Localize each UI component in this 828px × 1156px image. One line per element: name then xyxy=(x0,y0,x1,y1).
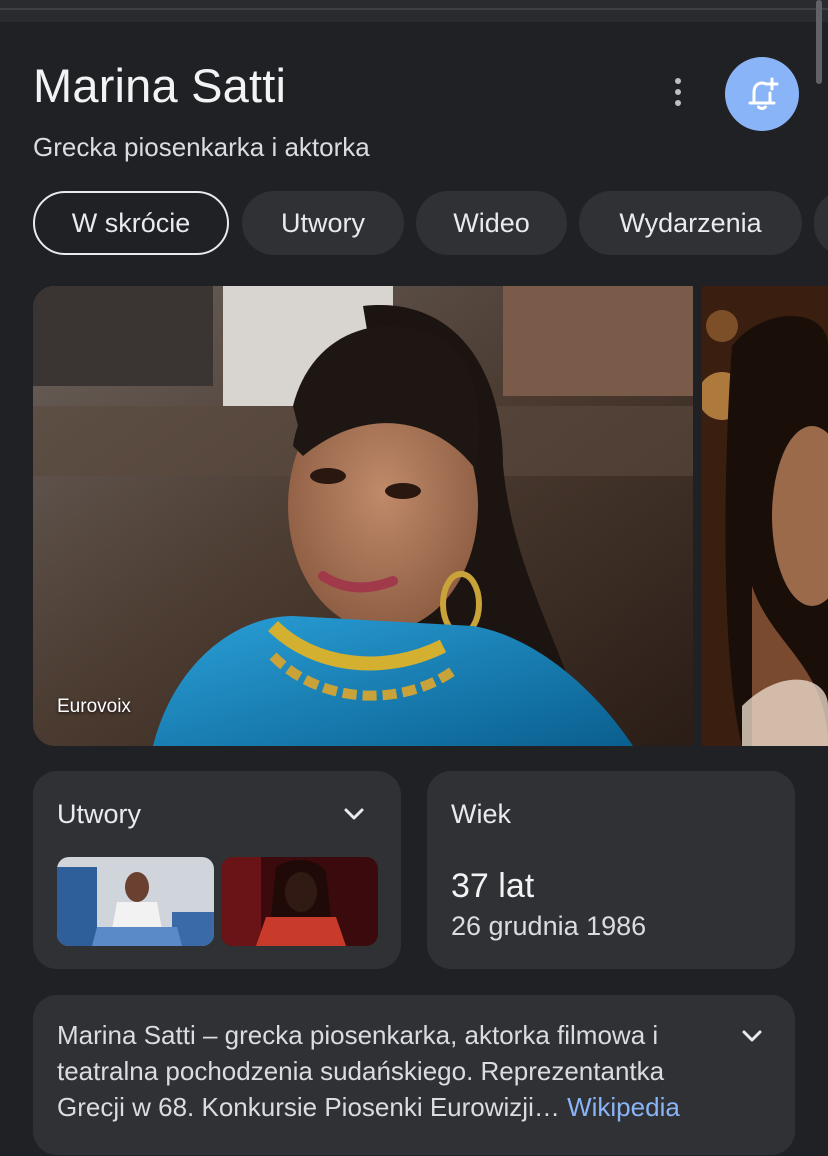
chevron-down-icon[interactable] xyxy=(339,799,369,829)
portrait-image xyxy=(33,286,693,746)
tab-video[interactable]: Wideo xyxy=(416,191,567,255)
age-card-title: Wiek xyxy=(451,799,511,829)
more-vert-icon xyxy=(675,78,681,84)
image-source-label: Eurovoix xyxy=(57,696,131,717)
scrollbar[interactable] xyxy=(816,0,822,84)
description-text: Marina Satti – grecka piosenkarka, aktor… xyxy=(57,1020,680,1122)
songs-card[interactable]: Utwory xyxy=(33,771,401,969)
tab-bar: W skrócie Utwory Wideo Wydarzenia xyxy=(33,191,828,255)
description-card[interactable]: Marina Satti – grecka piosenkarka, aktor… xyxy=(33,995,795,1155)
song-thumbnail[interactable] xyxy=(221,857,378,946)
entity-title: Marina Satti xyxy=(33,59,287,112)
chevron-down-icon[interactable] xyxy=(737,1021,767,1051)
bell-add-icon xyxy=(748,77,779,110)
more-options-button[interactable] xyxy=(662,72,694,112)
tab-overview[interactable]: W skrócie xyxy=(33,191,229,255)
wikipedia-link[interactable]: Wikipedia xyxy=(567,1092,680,1122)
follow-button[interactable] xyxy=(725,57,799,131)
song-thumbnail[interactable] xyxy=(57,857,214,946)
top-edge-bar xyxy=(0,0,828,22)
age-card[interactable]: Wiek 37 lat 26 grudnia 1986 xyxy=(427,771,795,969)
secondary-image[interactable] xyxy=(702,286,828,746)
hero-image[interactable]: Eurovoix xyxy=(33,286,693,746)
tab-songs[interactable]: Utwory xyxy=(242,191,404,255)
entity-subtitle: Grecka piosenkarka i aktorka xyxy=(33,132,370,162)
secondary-portrait-image xyxy=(702,286,828,746)
birth-date: 26 grudnia 1986 xyxy=(451,911,647,941)
tab-events[interactable]: Wydarzenia xyxy=(579,191,802,255)
age-value: 37 lat xyxy=(451,867,535,905)
songs-card-title: Utwory xyxy=(57,799,142,829)
tab-next-partial[interactable] xyxy=(814,191,828,255)
